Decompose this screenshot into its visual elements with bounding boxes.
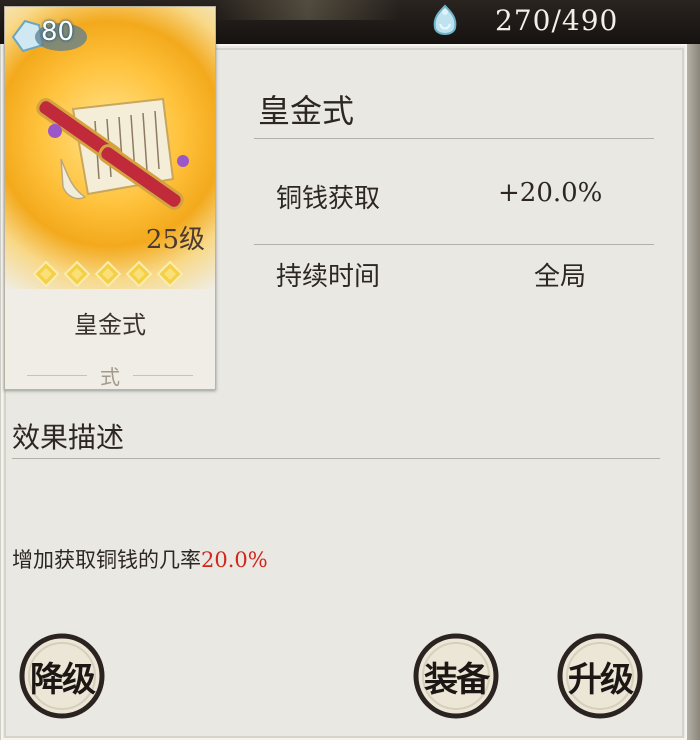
downgrade-label: 降级 xyxy=(30,659,96,700)
divider xyxy=(133,375,193,376)
divider xyxy=(12,458,660,459)
effect-description: 增加获取铜钱的几率20.0% xyxy=(12,544,268,574)
stat-value-copper: +20.0% xyxy=(498,178,603,208)
equip-button[interactable]: 装备 xyxy=(408,628,504,724)
effect-text: 增加获取铜钱的几率 xyxy=(12,548,201,572)
star-rating xyxy=(33,261,183,287)
star-icon xyxy=(33,261,59,287)
star-icon xyxy=(126,261,152,287)
panel-edge xyxy=(686,44,700,740)
card-item-name: 皇金式 xyxy=(74,311,146,339)
stat-value-duration: 全局 xyxy=(534,262,587,292)
resource-count: 270/490 xyxy=(495,4,619,37)
soul-jade-icon xyxy=(433,4,457,35)
upgrade-button[interactable]: 升级 xyxy=(552,628,648,724)
stat-label-duration: 持续时间 xyxy=(276,262,381,292)
divider xyxy=(254,244,654,245)
equip-label: 装备 xyxy=(424,659,490,700)
effect-highlight-value: 20.0% xyxy=(201,548,268,572)
card-type-row: 式 xyxy=(5,361,215,389)
upgrade-label: 升级 xyxy=(568,659,634,700)
item-card[interactable]: 80 25级 皇金式 式 xyxy=(4,6,216,390)
star-icon xyxy=(64,261,90,287)
item-title: 皇金式 xyxy=(258,92,355,130)
divider xyxy=(254,138,654,139)
downgrade-button[interactable]: 降级 xyxy=(14,628,110,724)
title-banner xyxy=(215,0,400,20)
item-level: 80 xyxy=(41,17,75,47)
star-icon xyxy=(95,261,121,287)
effect-section-title: 效果描述 xyxy=(12,421,125,454)
golden-scroll-icon xyxy=(36,97,189,210)
item-grade: 25级 xyxy=(145,225,205,255)
star-icon xyxy=(157,261,183,287)
stat-label-copper: 铜钱获取 xyxy=(276,184,381,214)
